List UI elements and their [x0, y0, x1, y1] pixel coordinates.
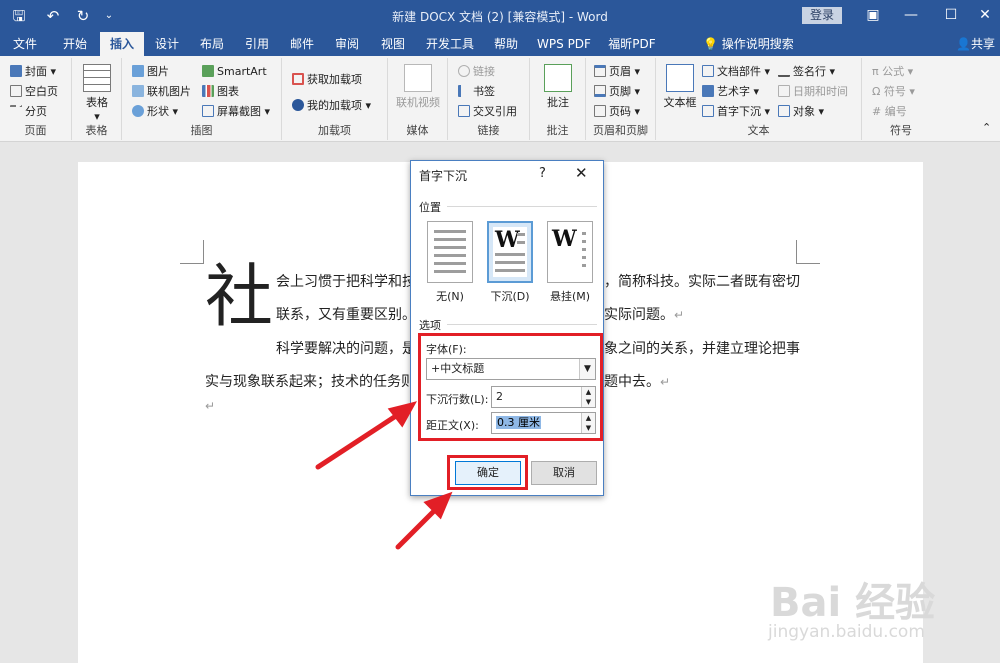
- arrow-to-options: [315, 409, 405, 470]
- baidu-watermark-logo: Bai 经验: [770, 580, 936, 626]
- arrow-head: [387, 401, 417, 428]
- annotation-arrows: [315, 401, 453, 550]
- baidu-watermark-url: jingyan.baidu.com: [768, 622, 925, 642]
